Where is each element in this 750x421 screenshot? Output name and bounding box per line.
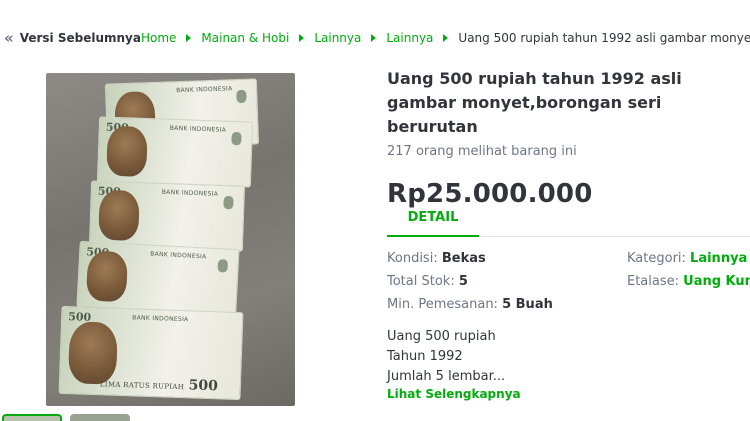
banknote-bank-text: BANK INDONESIA (161, 188, 219, 198)
spec-etalase-label: Etalase: (627, 274, 684, 289)
spec-kategori-link[interactable]: Lainnya (690, 251, 747, 266)
spec-kondisi-value: Bekas (441, 251, 486, 266)
banknote-bank-text: BANK INDONESIA (176, 85, 233, 95)
banknote-denomination-text: LIMA RATUS RUPIAH (99, 380, 185, 392)
thumbnail-1[interactable] (2, 414, 62, 421)
spec-etalase: Etalase: Uang Kuno (627, 274, 750, 289)
image-thumbnails (2, 414, 130, 421)
orangutan-illustration (67, 321, 119, 385)
breadcrumb-lainnya-2[interactable]: Lainnya (386, 31, 433, 45)
thumbnail-2[interactable] (70, 414, 130, 421)
description-line: Uang 500 rupiah (387, 329, 496, 344)
banknote-seal-icon (217, 259, 229, 273)
spec-stok-value: 5 (458, 274, 468, 289)
description-line: Jumlah 5 lembar... (387, 369, 506, 384)
spec-kategori: Kategori: Lainnya (627, 251, 747, 266)
description-line: Tahun 1992 (387, 349, 463, 364)
see-more-link[interactable]: Lihat Selengkapnya (387, 387, 521, 401)
banknote-image: 500 BANK INDONESIA (96, 116, 254, 188)
banknote-image: 500 BANK INDONESIA (88, 180, 246, 252)
banknote-value: 500 (188, 377, 219, 395)
spec-stok-label: Total Stok: (387, 274, 459, 289)
tab-detail[interactable]: DETAIL (387, 203, 479, 237)
banknote-seal-icon (236, 89, 247, 104)
breadcrumb-arrow-icon (299, 34, 305, 42)
breadcrumb-lainnya-1[interactable]: Lainnya (314, 31, 361, 45)
banknote-image: 500 BANK INDONESIA (76, 240, 240, 316)
breadcrumb-home[interactable]: Home (141, 31, 176, 45)
spec-kondisi-label: Kondisi: (387, 251, 442, 266)
breadcrumb-arrow-icon (371, 34, 377, 42)
spec-kategori-label: Kategori: (627, 251, 691, 266)
breadcrumb: « Versi Sebelumnya Home Mainan & Hobi La… (0, 28, 750, 48)
banknote-seal-icon (231, 131, 242, 146)
view-count: 217 orang melihat barang ini (387, 144, 577, 159)
spec-min-label: Min. Pemesanan: (387, 297, 503, 312)
banknote-bank-text: BANK INDONESIA (150, 250, 207, 261)
product-title: Uang 500 rupiah tahun 1992 asli gambar m… (387, 69, 682, 136)
breadcrumb-arrow-icon (186, 34, 192, 42)
breadcrumb-mainan-hobi[interactable]: Mainan & Hobi (201, 31, 289, 45)
orangutan-illustration (85, 250, 129, 303)
double-chevron-left-icon: « (4, 29, 14, 47)
product-tabs: DETAIL (387, 203, 750, 237)
breadcrumb-current: Uang 500 rupiah tahun 1992 asli gambar m… (458, 31, 750, 45)
banknote-bank-text: BANK INDONESIA (132, 314, 189, 324)
product-description: Uang 500 rupiah Tahun 1992 Jumlah 5 lemb… (387, 327, 505, 387)
orangutan-illustration (98, 189, 140, 242)
spec-min-value: 5 Buah (502, 297, 553, 312)
spec-etalase-link[interactable]: Uang Kuno (683, 274, 750, 289)
breadcrumb-arrow-icon (443, 34, 449, 42)
spec-total-stok: Total Stok: 5 (387, 274, 468, 289)
banknote-bank-text: BANK INDONESIA (169, 124, 227, 134)
spec-kondisi: Kondisi: Bekas (387, 251, 486, 266)
spec-min-pemesanan: Min. Pemesanan: 5 Buah (387, 297, 553, 312)
back-link[interactable]: « Versi Sebelumnya (4, 29, 141, 47)
back-link-label: Versi Sebelumnya (19, 31, 141, 45)
banknote-seal-icon (223, 195, 234, 210)
product-image[interactable]: BANK INDONESIA 500 BANK INDONESIA 500 BA… (46, 73, 295, 406)
banknote-image: 500 BANK INDONESIA LIMA RATUS RUPIAH 500 (58, 305, 244, 401)
orangutan-illustration (106, 125, 148, 178)
product-info: Uang 500 rupiah tahun 1992 asli gambar m… (387, 67, 750, 209)
